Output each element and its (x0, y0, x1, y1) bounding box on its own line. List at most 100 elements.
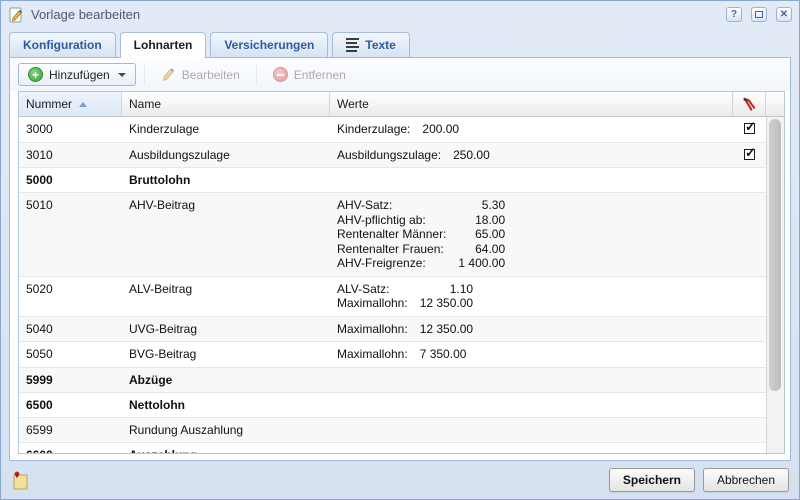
minus-icon (273, 67, 288, 82)
table-row[interactable]: 6600 Auszahlung (19, 443, 766, 454)
row-name: Nettolohn (122, 393, 330, 417)
row-values: AHV-Satz:5.30AHV-pflichtig ab:18.00Rente… (337, 198, 726, 271)
column-label: Name (129, 97, 161, 111)
value-label: Maximallohn: (337, 296, 408, 311)
row-values-cell: Kinderzulage:200.00 (330, 117, 733, 142)
row-check-cell (733, 317, 766, 342)
vertical-scrollbar[interactable] (766, 117, 784, 453)
title-bar: Vorlage bearbeiten ? ✕ (1, 1, 799, 28)
table-row[interactable]: 6599 Rundung Auszahlung (19, 418, 766, 443)
table-row[interactable]: 5020 ALV-Beitrag ALV-Satz: 1.10 Maximalloh… (19, 277, 766, 317)
value-amount: 5.30 (458, 198, 505, 213)
row-name: Ausbildungszulage (122, 143, 330, 168)
row-number: 5020 (19, 277, 122, 316)
tab-label: Lohnarten (134, 38, 193, 52)
row-check-cell (733, 342, 766, 367)
tab-bar: Konfiguration Lohnarten Versicherungen T… (1, 28, 799, 57)
value-amount: 18.00 (458, 213, 505, 228)
row-number: 5000 (19, 168, 122, 192)
content-panel: + Hinzufügen Bearbeiten Entfernen (9, 57, 791, 461)
row-values-cell: Maximallohn: 12 350.00 (330, 317, 733, 342)
tab-label: Konfiguration (23, 38, 102, 52)
row-checkbox[interactable] (744, 123, 755, 134)
row-check-cell (733, 277, 766, 316)
value-label: ALV-Satz: (337, 282, 408, 297)
row-name: Rundung Auszahlung (122, 418, 330, 442)
value-label: Maximallohn: (337, 322, 408, 337)
row-check-cell (733, 368, 766, 392)
row-checkbox[interactable] (744, 149, 755, 160)
table-row[interactable]: 3010 Ausbildungszulage Ausbildungszulage… (19, 143, 766, 169)
table-row[interactable]: 5010 AHV-Beitrag AHV-Satz:5.30AHV-pflich… (19, 193, 766, 277)
value-amount: 12 350.00 (420, 296, 473, 311)
value-label: AHV-pflichtig ab: (337, 213, 446, 228)
value-amount: 7 350.00 (420, 347, 467, 362)
maximize-button[interactable] (751, 7, 767, 22)
value-label: Ausbildungszulage: (337, 148, 441, 163)
column-header-tool[interactable] (733, 92, 766, 116)
sort-asc-icon (79, 102, 87, 107)
row-values-cell (330, 368, 733, 392)
table-row[interactable]: 3000 Kinderzulage Kinderzulage:200.00 (19, 117, 766, 143)
row-number: 5010 (19, 193, 122, 276)
window-title: Vorlage bearbeiten (31, 7, 719, 22)
table-row[interactable]: 5050 BVG-Beitrag Maximallohn:7 350.00 (19, 342, 766, 368)
value-label: Maximallohn: (337, 347, 408, 362)
table-body: 3000 Kinderzulage Kinderzulage:200.00 30… (19, 117, 784, 453)
row-number: 6599 (19, 418, 122, 442)
table-row[interactable]: 6500 Nettolohn (19, 393, 766, 418)
table-row[interactable]: 5040 UVG-Beitrag Maximallohn: 12 350.00 (19, 317, 766, 343)
value-amount: 1.10 (420, 282, 473, 297)
row-check-cell (733, 418, 766, 442)
row-values-cell: AHV-Satz:5.30AHV-pflichtig ab:18.00Rente… (330, 193, 733, 276)
column-header-werte[interactable]: Werte (330, 92, 733, 116)
row-check-cell (733, 117, 766, 142)
close-icon: ✕ (780, 9, 788, 20)
toolbar-divider (256, 65, 257, 85)
dropdown-caret-icon (118, 73, 126, 77)
column-header-name[interactable]: Name (122, 92, 330, 116)
value-label: Rentenalter Frauen: (337, 242, 446, 257)
add-button[interactable]: + Hinzufügen (18, 63, 136, 86)
close-button[interactable]: ✕ (776, 7, 792, 22)
value-amount: 12 350.00 (420, 322, 473, 337)
column-header-spacer (766, 92, 784, 116)
table-row[interactable]: 5000 Bruttolohn (19, 168, 766, 193)
edit-document-icon (8, 7, 24, 23)
table-row[interactable]: 5999 Abzüge (19, 368, 766, 393)
value-amount: 1 400.00 (458, 256, 505, 271)
row-name: AHV-Beitrag (122, 193, 330, 276)
cancel-button[interactable]: Abbrechen (703, 468, 789, 492)
row-values: Maximallohn: 7 350.00 (337, 347, 726, 362)
toolbar-divider (144, 65, 145, 85)
note-button[interactable] (11, 469, 31, 491)
value-amount: 65.00 (458, 227, 505, 242)
row-values-cell: Ausbildungszulage: 250.00 (330, 143, 733, 168)
tab-label: Texte (365, 38, 395, 52)
row-name: UVG-Beitrag (122, 317, 330, 342)
edit-button[interactable]: Bearbeiten (153, 63, 248, 86)
row-values-cell (330, 443, 733, 454)
column-header-nummer[interactable]: Nummer (19, 92, 122, 116)
tab-konfiguration[interactable]: Konfiguration (9, 32, 116, 57)
tab-lohnarten[interactable]: Lohnarten (120, 32, 207, 58)
value-label: AHV-Freigrenze: (337, 256, 446, 271)
row-values: Ausbildungszulage: 250.00 (337, 148, 726, 163)
tab-versicherungen[interactable]: Versicherungen (210, 32, 328, 57)
row-check-cell (733, 143, 766, 168)
add-button-label: Hinzufügen (49, 68, 110, 82)
value-amount: 250.00 (453, 148, 490, 163)
row-number: 5040 (19, 317, 122, 342)
scrollbar-thumb[interactable] (769, 119, 781, 391)
help-button[interactable]: ? (726, 7, 742, 22)
tab-texte[interactable]: Texte (332, 32, 409, 57)
row-check-cell (733, 193, 766, 276)
value-label: Rentenalter Männer: (337, 227, 446, 242)
row-name: ALV-Beitrag (122, 277, 330, 316)
save-button[interactable]: Speichern (609, 468, 695, 492)
row-values-cell (330, 393, 733, 417)
row-values: ALV-Satz: 1.10 Maximallohn: 12 350.00 (337, 282, 726, 311)
row-number: 6500 (19, 393, 122, 417)
remove-button[interactable]: Entfernen (265, 63, 354, 86)
pliers-icon (742, 96, 757, 112)
